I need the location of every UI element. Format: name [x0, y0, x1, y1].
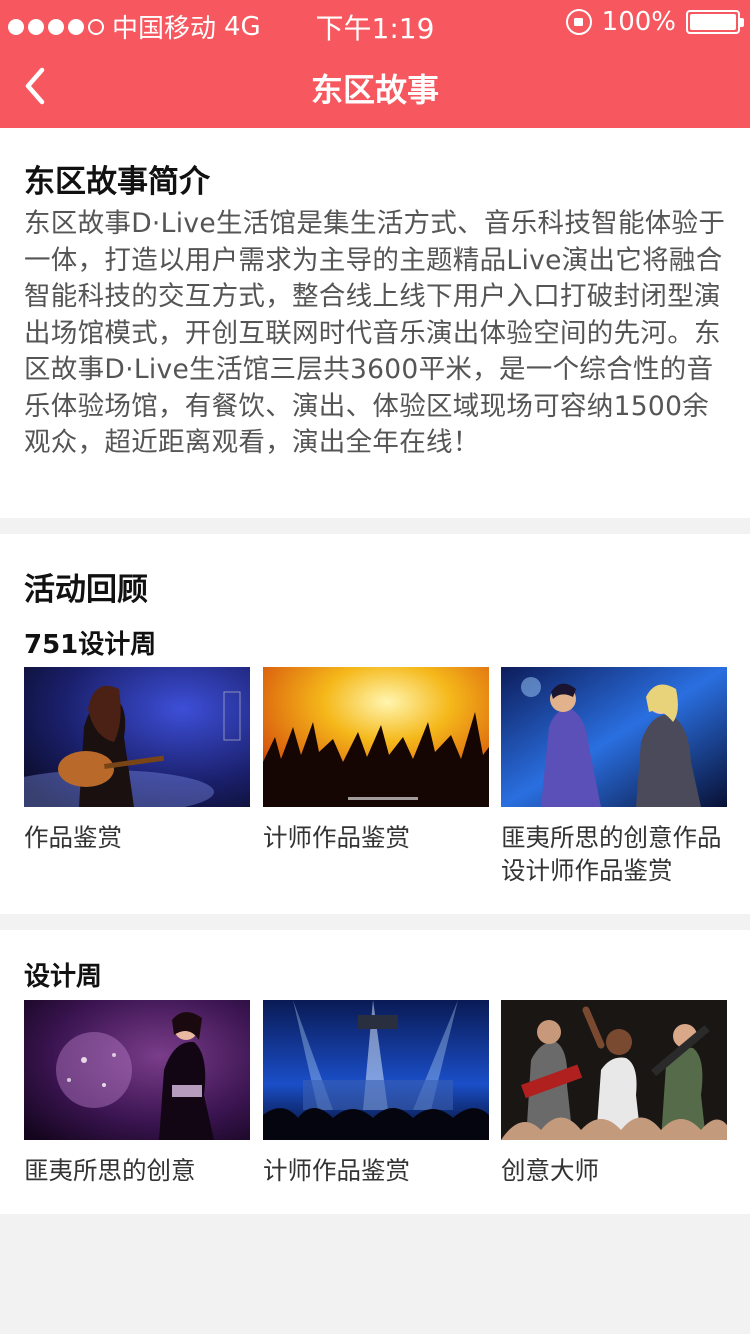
top-bar: 中国移动 4G 下午1:19 100% 东区故事 [0, 0, 750, 128]
activity-review-section: 活动回顾 751设计周 作品鉴赏 计师作品鉴赏 匪夷所思的创意作品设计师作品鉴赏 [0, 534, 750, 914]
nav-bar: 东区故事 [0, 48, 750, 128]
intro-section: 东区故事简介 东区故事D·Live生活馆是集生活方式、音乐科技智能体验于一体，打… [0, 128, 750, 518]
dancer-glitter-photo [24, 1000, 250, 1140]
card-title: 作品鉴赏 [24, 823, 122, 852]
guitar-singer-photo [24, 667, 250, 807]
concert-crowd-photo [263, 667, 489, 807]
card-title: 计师作品鉴赏 [263, 823, 410, 852]
battery-percent: 100% [601, 7, 676, 37]
duet-singers-photo [501, 667, 727, 807]
battery-icon [686, 10, 744, 34]
intro-body: 东区故事D·Live生活馆是集生活方式、音乐科技智能体验于一体，打造以用户需求为… [24, 208, 726, 458]
card-title: 计师作品鉴赏 [263, 1156, 410, 1185]
status-bar: 中国移动 4G 下午1:19 100% [0, 0, 750, 48]
intro-title: 东区故事简介 [24, 164, 210, 200]
band-fans-photo [501, 1000, 727, 1140]
card-title: 创意大师 [501, 1156, 599, 1185]
card-title: 匪夷所思的创意作品设计师作品鉴赏 [501, 823, 722, 885]
stage-lights-photo [263, 1000, 489, 1140]
rotation-lock-icon [565, 9, 592, 35]
review-group-title: 751设计周 [24, 630, 157, 660]
page-title: 东区故事 [310, 71, 439, 109]
week-group-title: 设计周 [24, 962, 103, 992]
card-title: 匪夷所思的创意 [24, 1156, 196, 1185]
design-week-section: 设计周 匪夷所思的创意 计师作品鉴赏 创意大师 [0, 930, 750, 1214]
review-title: 活动回顾 [24, 572, 148, 608]
